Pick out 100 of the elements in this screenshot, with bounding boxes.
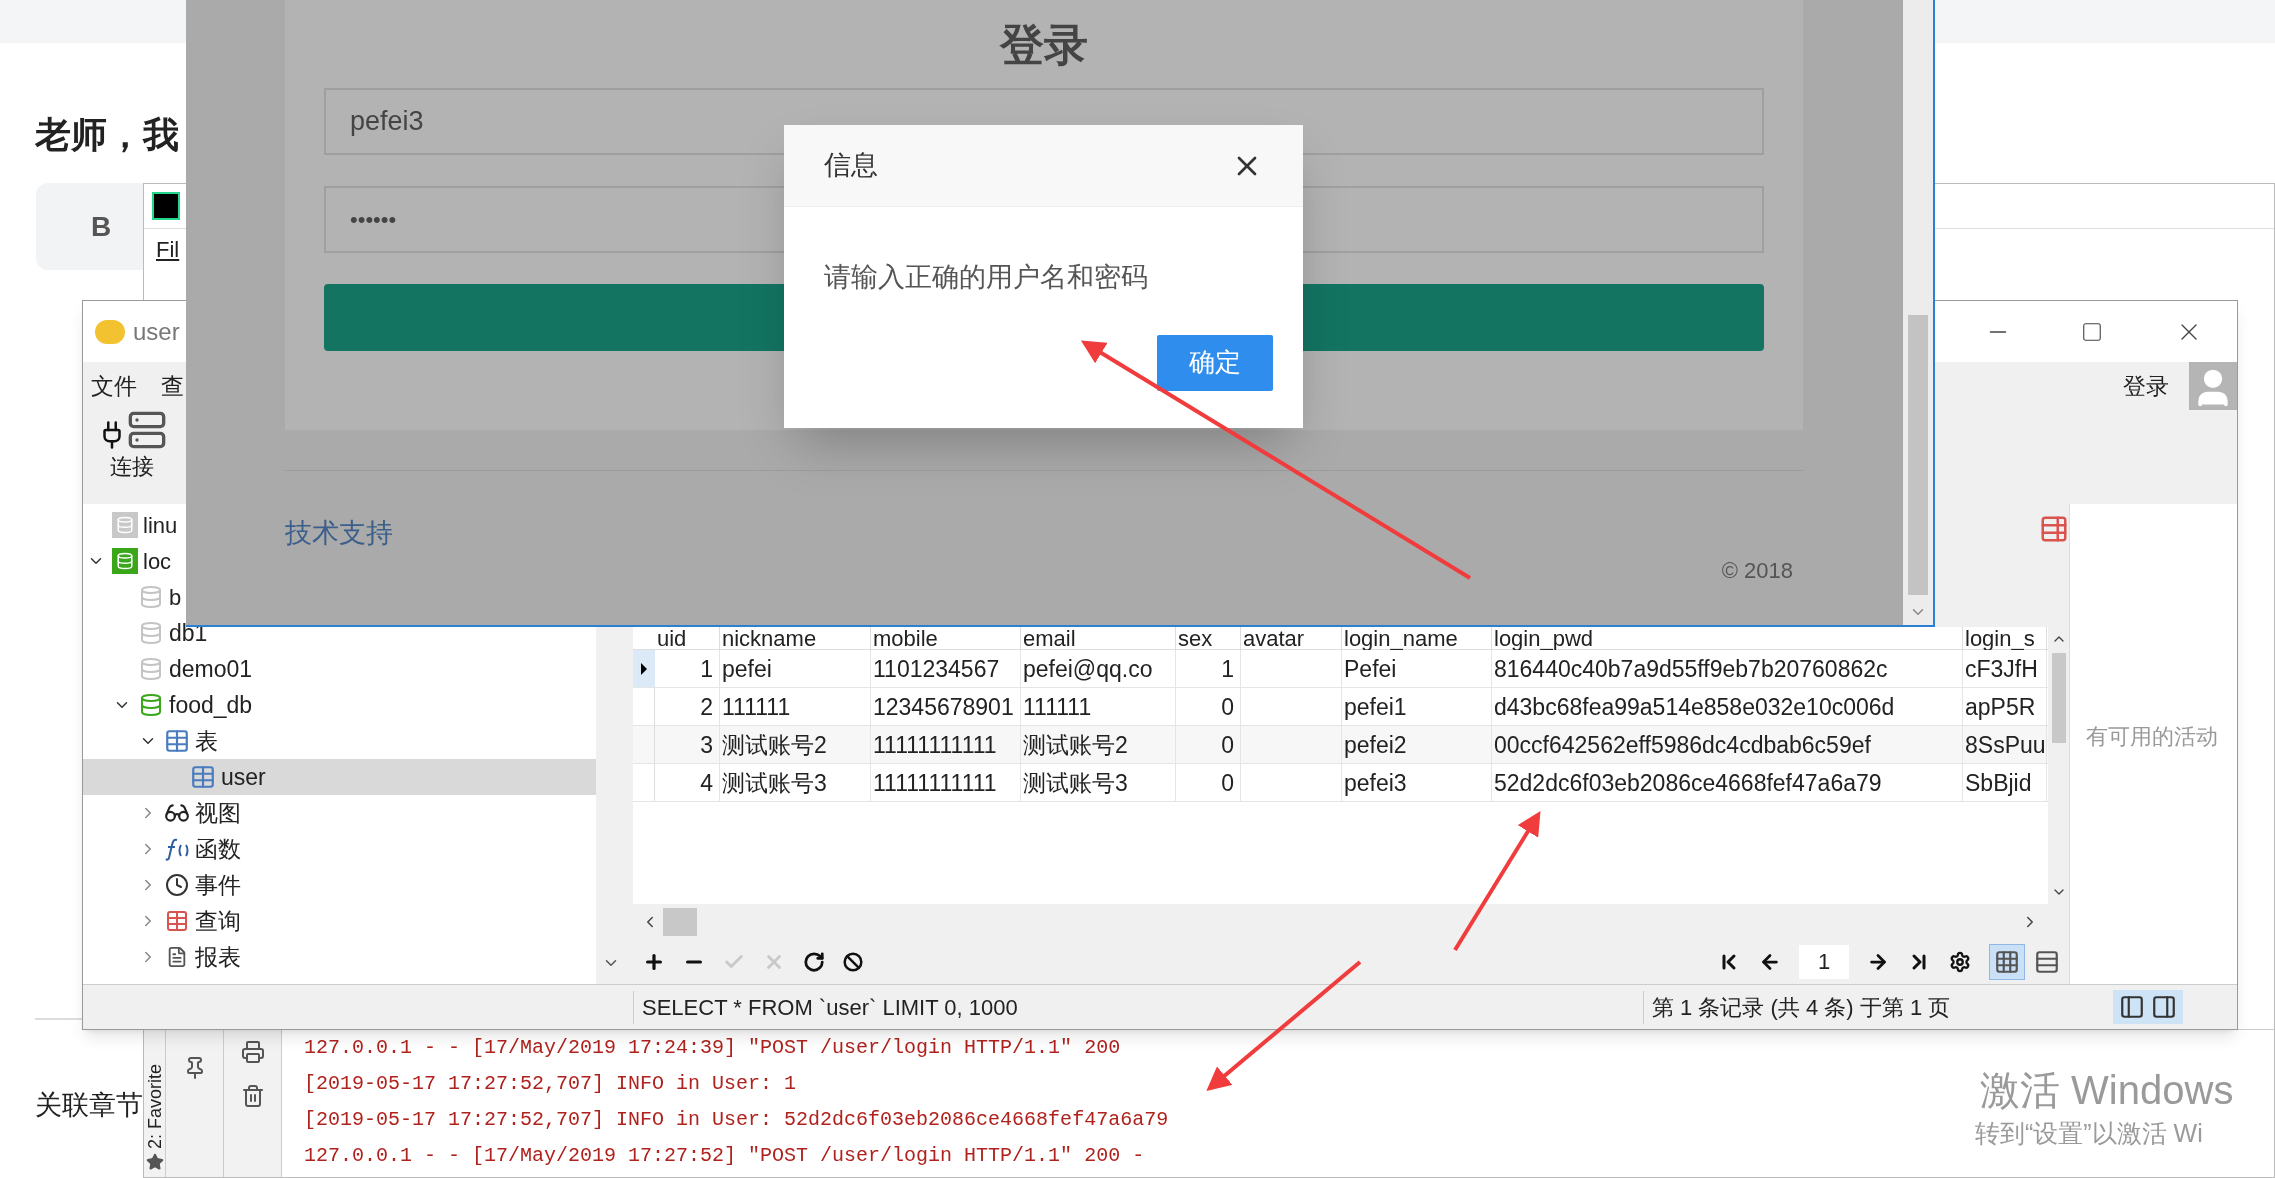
menu-item[interactable]: 查: [161, 369, 184, 404]
connect-button[interactable]: 连接: [97, 410, 167, 484]
console-line: 127.0.0.1 - - [17/May/2019 17:27:52] "POST /user/login HTTP/1.1" 200 -: [304, 1143, 1145, 1169]
tree-item[interactable]: 表: [83, 723, 220, 760]
table-cell-text: apP5R: [1965, 692, 2036, 722]
table-cell-text: 8SsPuu: [1965, 730, 2046, 760]
tree-label: demo01: [169, 655, 253, 685]
tree-label: 视图: [195, 799, 241, 829]
tree-item[interactable]: 查询: [83, 903, 243, 940]
menu-item[interactable]: Fil: [156, 232, 180, 266]
table-cell-text: SbBjid: [1965, 768, 2032, 798]
page-field[interactable]: 1: [1799, 944, 1849, 979]
maximize-icon[interactable]: [2081, 320, 2103, 343]
table-cell-text: 111111: [1023, 692, 1092, 722]
ide-logo-icon: [152, 192, 180, 220]
tree-item[interactable]: linu: [83, 507, 180, 544]
table-cell-text: 测试账号2: [1023, 730, 1128, 760]
login-button[interactable]: 登录: [2123, 369, 2169, 404]
column-header[interactable]: login_s: [1963, 627, 2047, 650]
scrollbar-thumb[interactable]: [663, 907, 697, 936]
app-logo-icon: [95, 319, 125, 344]
settings-icon[interactable]: [1949, 950, 1971, 973]
table-cell-text: 1: [1221, 654, 1234, 684]
table-cell-text: 12345678901: [873, 692, 1014, 722]
tree-label: 查询: [195, 907, 241, 937]
section-label: 关联章节: [35, 1089, 143, 1122]
tree-item[interactable]: 事件: [83, 867, 243, 904]
tree-label: b: [169, 583, 182, 612]
tree-item[interactable]: b: [83, 579, 184, 616]
table-cell-text: 测试账号3: [722, 768, 827, 798]
table-cell-text: 11111111111: [873, 730, 997, 760]
table-cell-text: 52d2dc6f03eb2086ce4668fef47a6a79: [1494, 768, 1882, 798]
table-cell-text: pefei2: [1344, 730, 1407, 760]
tree-label: user: [221, 763, 266, 793]
bold-button[interactable]: B: [91, 205, 112, 248]
activation-subtitle: 转到“设置”以激活 Wi: [1975, 1118, 2203, 1149]
right-panel-icon[interactable]: [2151, 994, 2177, 1021]
scrollbar-thumb[interactable]: [2051, 653, 2066, 744]
grid-view-button[interactable]: [1989, 943, 2025, 980]
console-line: 127.0.0.1 - - [17/May/2019 17:24:39] "POST /user/login HTTP/1.1" 200: [304, 1035, 1121, 1061]
table-cell-text: 1: [700, 654, 713, 684]
tree-label: food_db: [169, 691, 253, 721]
tree-item[interactable]: 报表: [83, 939, 243, 976]
login-title: 登录: [1000, 19, 1088, 71]
printer-icon[interactable]: [240, 1040, 265, 1064]
tree-item[interactable]: 函数: [83, 831, 243, 868]
tree-label: linu: [143, 511, 178, 540]
sql-query-text: SELECT * FROM `user` LIMIT 0, 1000: [633, 990, 1643, 1024]
table-cell-text: 4: [700, 768, 713, 798]
function-icon: [164, 837, 190, 862]
menu-item[interactable]: 文件: [91, 369, 137, 404]
table-cell-text: 1101234567: [873, 654, 1000, 684]
row-indicator[interactable]: [633, 650, 655, 688]
copyright-text: © 2018: [1721, 556, 1793, 585]
activation-title: 激活 Windows: [1980, 1067, 2234, 1114]
notice-text: 有可用的活动: [2086, 723, 2219, 752]
table-cell-text: 0: [1221, 692, 1234, 722]
trash-icon[interactable]: [240, 1084, 265, 1108]
stop-icon[interactable]: [843, 951, 863, 972]
tree-item[interactable]: 视图: [83, 795, 243, 832]
table-cell-text: Pefei: [1344, 654, 1397, 684]
table-cell-text: 11111111111: [873, 768, 997, 798]
tree-label: 函数: [195, 835, 241, 865]
tree-item[interactable]: loc: [83, 543, 174, 580]
refresh-icon[interactable]: [803, 950, 825, 973]
table-cell-text: cF3JfH: [1965, 654, 2038, 684]
table-cell-text: 0: [1221, 768, 1234, 798]
console-line: [2019-05-17 17:27:52,707] INFO in User: 52d2dc6f03eb2086ce4668fef47a6a79: [304, 1107, 1169, 1133]
report-icon: [166, 946, 188, 969]
table-cell-text: pefei3: [1344, 768, 1407, 798]
table-cell-text: d43bc68fea99a514e858e032e10c006d: [1494, 692, 1895, 722]
table-cell-text: pefei@qq.co: [1023, 654, 1153, 684]
left-panel-icon[interactable]: [2119, 994, 2145, 1021]
tree-label: 表: [195, 727, 218, 757]
table-cell-text: 测试账号3: [1023, 768, 1128, 798]
table-cell-text: 00ccf642562eff5986dc4cdbab6c59ef: [1494, 730, 1871, 760]
query-icon: [165, 909, 189, 934]
table-cell-text: 111111: [722, 692, 791, 722]
tree-label: 事件: [195, 871, 241, 901]
table-cell-text: 2: [700, 692, 713, 722]
window-title: user: [133, 316, 180, 347]
table-cell-text: 816440c40b7a9d55ff9eb7b20760862c: [1494, 654, 1888, 684]
table-cell-text: pefei1: [1344, 692, 1407, 722]
table-cell-text: 0: [1221, 730, 1234, 760]
page-heading: 老师，我: [35, 113, 179, 157]
tree-item[interactable]: user: [83, 759, 596, 796]
add-table-icon[interactable]: [2039, 514, 2069, 545]
dialog-message: 请输入正确的用户名和密码: [823, 261, 1149, 294]
table-icon: [164, 728, 190, 755]
table-cell-text: 3: [700, 730, 713, 760]
table-cell-text: 测试账号2: [722, 730, 827, 760]
clock-icon: [165, 873, 189, 898]
table-icon: [190, 764, 216, 791]
table-cell-text: pefei: [722, 654, 772, 684]
star-icon: [145, 1153, 164, 1171]
tree-label: loc: [143, 547, 172, 576]
tree-item[interactable]: food_db: [83, 687, 255, 724]
tree-item[interactable]: demo01: [83, 651, 255, 688]
rows-icon: [2034, 948, 2060, 975]
scrollbar-thumb[interactable]: [1908, 315, 1928, 595]
